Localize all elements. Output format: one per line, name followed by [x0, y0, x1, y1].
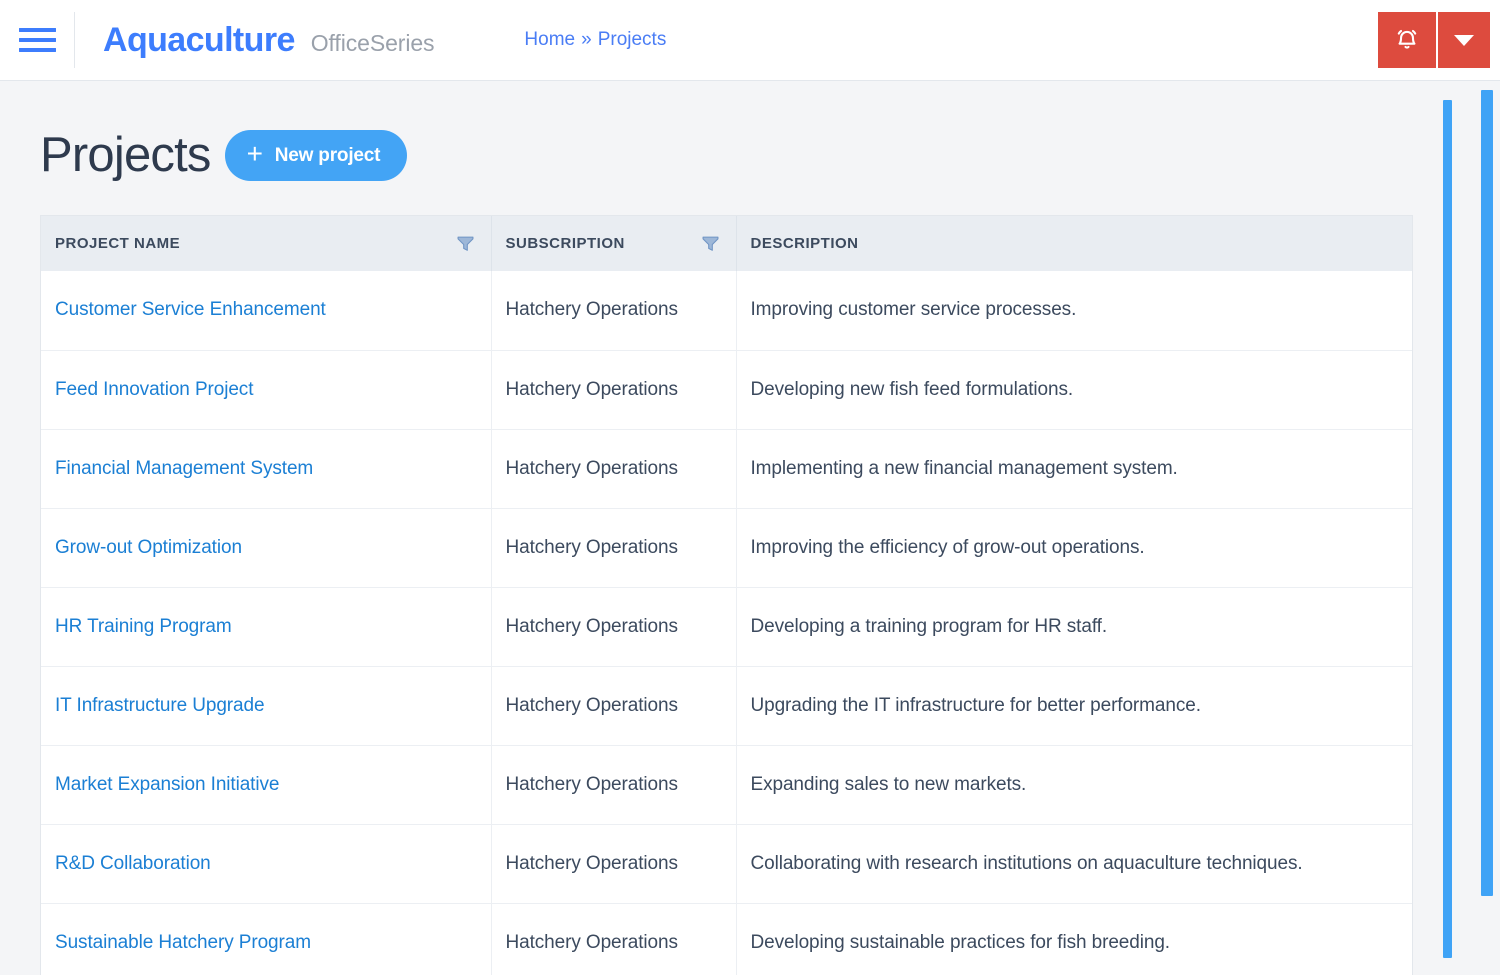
brand-logo[interactable]: Aquaculture OfficeSeries	[103, 21, 435, 60]
user-dropdown-button[interactable]	[1438, 12, 1490, 68]
column-header-label: DESCRIPTION	[750, 235, 859, 252]
bell-icon	[1397, 29, 1417, 49]
table-row: Grow-out Optimization Hatchery Operations…	[41, 508, 1412, 588]
brand-name[interactable]: Aquaculture	[103, 21, 295, 60]
cell-project-name: R&D Collaboration	[41, 824, 492, 904]
cell-description: Developing sustainable practices for fis…	[750, 931, 1171, 953]
cell-description: Improving the efficiency of grow-out ope…	[736, 508, 1412, 588]
plus-icon: +	[246, 138, 263, 170]
top-navigation-bar: Aquaculture OfficeSeries Home » Projects	[0, 0, 1500, 81]
cell-project-name: Sustainable Hatchery Program	[41, 903, 492, 975]
projects-table-head: PROJECT NAME SUBSCRIPTION DESCRIPTION	[41, 216, 1412, 271]
breadcrumb-home-link[interactable]: Home	[524, 29, 575, 51]
project-name-link[interactable]: Market Expansion Initiative	[55, 774, 279, 795]
table-row: HR Training Program Hatchery Operations De…	[41, 587, 1412, 667]
cell-project-name: Market Expansion Initiative	[41, 745, 492, 825]
new-project-button[interactable]: + New project	[224, 130, 408, 181]
projects-table-container: PROJECT NAME SUBSCRIPTION DESCRIPTION Cu…	[40, 215, 1413, 975]
cell-project-name: Financial Management System	[41, 429, 492, 509]
cell-subscription: Hatchery Operations	[491, 429, 737, 509]
column-header-description[interactable]: DESCRIPTION	[736, 216, 1412, 271]
column-header-label: SUBSCRIPTION	[505, 235, 625, 252]
project-name-link[interactable]: R&D Collaboration	[55, 853, 211, 874]
project-name-link[interactable]: Feed Innovation Project	[55, 379, 253, 400]
cell-description: Implementing a new financial management …	[736, 429, 1412, 509]
project-name-link[interactable]: Sustainable Hatchery Program	[55, 932, 311, 953]
table-row: Financial Management System Hatchery Oper…	[41, 429, 1412, 509]
cell-project-name: Customer Service Enhancement	[41, 271, 492, 351]
table-row: R&D Collaboration Hatchery Operations Coll…	[41, 824, 1412, 904]
table-header-row: PROJECT NAME SUBSCRIPTION DESCRIPTION	[41, 216, 1412, 271]
project-name-link[interactable]: HR Training Program	[55, 616, 232, 637]
hamburger-menu-icon[interactable]	[0, 0, 74, 81]
projects-table-body: Customer Service Enhancement Hatchery Ope…	[41, 271, 1412, 975]
page-header: Projects + New project	[0, 81, 1500, 181]
hamburger-bar	[18, 28, 56, 32]
projects-table: PROJECT NAME SUBSCRIPTION DESCRIPTION Cu…	[41, 216, 1412, 975]
page-vertical-scrollbar[interactable]	[1481, 90, 1493, 896]
new-project-button-label: New project	[274, 144, 381, 166]
column-header-project-name[interactable]: PROJECT NAME	[41, 216, 492, 271]
cell-description: Improving customer service processes.	[736, 271, 1412, 351]
brand-suffix: OfficeSeries	[310, 29, 435, 56]
cell-subscription: Hatchery Operations	[491, 745, 737, 825]
cell-subscription: Hatchery Operations	[491, 508, 737, 588]
table-row: Sustainable Hatchery Program Hatchery Ope…	[41, 903, 1412, 975]
cell-project-name: Feed Innovation Project	[41, 350, 492, 430]
table-row: IT Infrastructure Upgrade Hatchery Operat…	[41, 666, 1412, 746]
page-content: Projects + New project PROJECT NAME SUBS…	[0, 81, 1500, 975]
caret-down-icon	[1454, 34, 1474, 46]
inner-vertical-scrollbar[interactable]	[1443, 100, 1452, 958]
cell-description: Upgrading the IT infrastructure for bett…	[736, 666, 1412, 746]
cell-subscription: Hatchery Operations	[491, 903, 737, 975]
column-header-subscription[interactable]: SUBSCRIPTION	[491, 216, 737, 271]
project-name-link[interactable]: IT Infrastructure Upgrade	[55, 695, 265, 716]
table-row: Feed Innovation Project Hatchery Operatio…	[41, 350, 1412, 430]
cell-subscription: Hatchery Operations	[491, 271, 737, 351]
cell-project-name: HR Training Program	[41, 587, 492, 667]
breadcrumb-separator-icon: »	[581, 29, 592, 50]
project-name-link[interactable]: Financial Management System	[55, 458, 313, 479]
header-actions	[1378, 12, 1490, 68]
cell-project-name: IT Infrastructure Upgrade	[41, 666, 492, 746]
hamburger-bar	[18, 48, 56, 52]
cell-subscription: Hatchery Operations	[491, 666, 737, 746]
filter-funnel-icon[interactable]	[702, 235, 719, 252]
notifications-button[interactable]	[1378, 12, 1438, 68]
project-name-link[interactable]: Grow-out Optimization	[55, 537, 242, 558]
cell-description: Expanding sales to new markets.	[736, 745, 1412, 825]
column-header-label: PROJECT NAME	[55, 235, 181, 252]
breadcrumb-current-link[interactable]: Projects	[598, 29, 667, 51]
cell-description: Developing new fish feed formulations.	[736, 350, 1412, 430]
cell-description: Developing a training program for HR sta…	[736, 587, 1412, 667]
cell-project-name: Grow-out Optimization	[41, 508, 492, 588]
project-name-link[interactable]: Customer Service Enhancement	[55, 299, 326, 320]
cell-subscription: Hatchery Operations	[491, 587, 737, 667]
filter-funnel-icon[interactable]	[457, 235, 474, 252]
breadcrumb: Home » Projects	[524, 29, 666, 51]
table-row: Customer Service Enhancement Hatchery Ope…	[41, 271, 1412, 351]
cell-subscription: Hatchery Operations	[491, 350, 737, 430]
table-row: Market Expansion Initiative Hatchery Oper…	[41, 745, 1412, 825]
header-divider	[74, 12, 75, 68]
page-title: Projects	[40, 128, 211, 182]
cell-subscription: Hatchery Operations	[491, 824, 737, 904]
hamburger-bar	[18, 38, 56, 42]
cell-description: Collaborating with research institutions…	[736, 824, 1412, 904]
